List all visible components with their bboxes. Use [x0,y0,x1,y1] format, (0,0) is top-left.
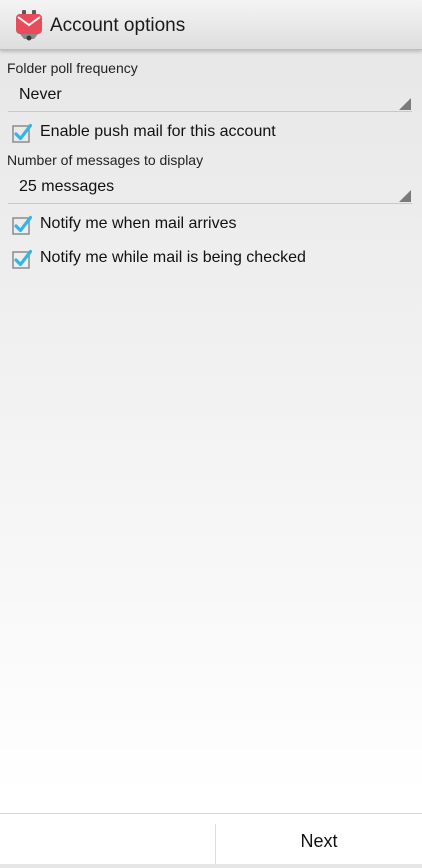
messages-to-display-label: Number of messages to display [7,152,204,168]
k9-mail-app-icon[interactable] [14,10,44,42]
messages-to-display-dropdown[interactable]: 25 messages [8,174,412,204]
notify-arrival-option[interactable]: Notify me when mail arrives [12,213,412,237]
action-bar: Account options [0,0,422,50]
bottom-button-bar: Next [0,813,422,864]
push-mail-checkbox[interactable] [12,123,33,143]
push-mail-option[interactable]: Enable push mail for this account [12,121,412,145]
folder-poll-frequency-dropdown[interactable]: Never [8,82,412,112]
notify-checking-option[interactable]: Notify me while mail is being checked [12,247,412,271]
messages-to-display-value: 25 messages [19,178,115,195]
push-mail-label: Enable push mail for this account [40,123,276,140]
dropdown-arrow-icon [399,98,411,110]
notify-checking-label: Notify me while mail is being checked [40,249,306,266]
notify-checking-checkbox[interactable] [12,249,33,269]
folder-poll-frequency-label: Folder poll frequency [7,60,138,76]
page-title: Account options [50,15,186,36]
next-button[interactable]: Next [216,814,422,864]
dropdown-arrow-icon [399,190,411,202]
folder-poll-frequency-value: Never [19,86,62,103]
notify-arrival-checkbox[interactable] [12,215,33,235]
previous-button-slot [0,814,215,864]
notify-arrival-label: Notify me when mail arrives [40,215,237,232]
